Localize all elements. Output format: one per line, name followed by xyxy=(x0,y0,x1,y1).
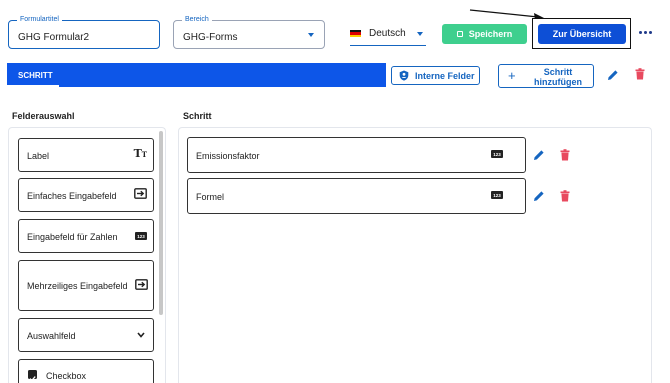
add-step-button[interactable]: + Schritt hinzufügen xyxy=(498,64,594,88)
step-title: Schritt xyxy=(183,111,212,121)
internal-fields-label: Interne Felder xyxy=(415,70,475,81)
step-field-emission-factor[interactable]: Emissionsfaktor 123 xyxy=(187,137,526,173)
tab-schritt[interactable]: SCHRITT xyxy=(18,71,53,80)
checkbox-icon xyxy=(28,370,37,382)
chevron-down-icon xyxy=(137,332,145,338)
step-field-formula[interactable]: Formel 123 xyxy=(187,178,526,214)
number-123-icon: 123 xyxy=(491,191,503,199)
field-option-select[interactable]: Auswahlfeld xyxy=(18,318,154,352)
step-field-label: Formel xyxy=(196,192,225,202)
field-option-checkbox[interactable]: Checkbox xyxy=(18,359,154,383)
german-flag-icon xyxy=(350,30,361,37)
area-label: Bereich xyxy=(182,15,212,25)
area-select[interactable]: Bereich GHG-Forms xyxy=(173,15,325,49)
field-option-multiline-input-text: Mehrzeiliges Eingabefeld xyxy=(27,281,128,291)
field-selection-title: Felderauswahl xyxy=(12,111,75,121)
number-123-icon: 123 xyxy=(135,232,147,240)
input-arrow-icon xyxy=(134,188,147,199)
chevron-down-icon xyxy=(417,32,423,36)
save-icon xyxy=(456,31,463,37)
internal-fields-button[interactable]: Interne Felder xyxy=(391,66,480,85)
add-step-label: Schritt hinzufügen xyxy=(534,67,582,87)
area-value: GHG-Forms xyxy=(183,32,238,43)
overview-button-label: Zur Übersicht xyxy=(552,29,612,39)
edit-field-icon[interactable] xyxy=(533,190,545,202)
field-option-simple-input-text: Einfaches Eingabefeld xyxy=(27,191,117,201)
edit-field-icon[interactable] xyxy=(533,149,545,161)
number-123-icon: 123 xyxy=(491,150,503,158)
step-field-label: Emissionsfaktor xyxy=(196,151,260,161)
delete-field-icon[interactable] xyxy=(560,190,570,202)
field-option-label[interactable]: Label TT xyxy=(18,138,154,172)
field-option-label-text: Label xyxy=(27,151,50,161)
field-option-simple-input[interactable]: Einfaches Eingabefeld xyxy=(18,178,154,212)
save-button[interactable]: Speichern xyxy=(442,24,527,44)
more-horizontal-icon[interactable] xyxy=(639,31,652,34)
active-tab-indicator xyxy=(7,85,59,87)
edit-step-icon[interactable] xyxy=(607,69,619,81)
language-select[interactable]: Deutsch xyxy=(350,22,426,46)
step-tabs: SCHRITT xyxy=(7,63,386,87)
shield-icon xyxy=(399,70,409,81)
field-option-number-input[interactable]: Eingabefeld für Zahlen 123 xyxy=(18,219,154,253)
overview-button[interactable]: Zur Übersicht xyxy=(538,24,626,44)
text-size-icon: TT xyxy=(133,147,147,160)
chevron-down-icon xyxy=(308,33,314,37)
field-option-number-input-text: Eingabefeld für Zahlen xyxy=(27,232,118,242)
field-selection-scrollbar[interactable] xyxy=(159,131,163,315)
field-option-multiline-input[interactable]: Mehrzeiliges Eingabefeld xyxy=(18,260,154,311)
form-title-field[interactable]: Formulartitel GHG Formular2 xyxy=(8,15,160,49)
input-arrow-icon xyxy=(135,279,148,290)
plus-icon: + xyxy=(508,68,516,83)
field-option-select-text: Auswahlfeld xyxy=(27,331,76,341)
form-title-value: GHG Formular2 xyxy=(18,32,90,43)
save-button-label: Speichern xyxy=(468,29,513,39)
form-title-label: Formulartitel xyxy=(17,15,62,25)
field-option-checkbox-text: Checkbox xyxy=(46,371,87,381)
delete-step-icon[interactable] xyxy=(635,68,645,80)
language-value: Deutsch xyxy=(369,28,406,39)
delete-field-icon[interactable] xyxy=(560,149,570,161)
